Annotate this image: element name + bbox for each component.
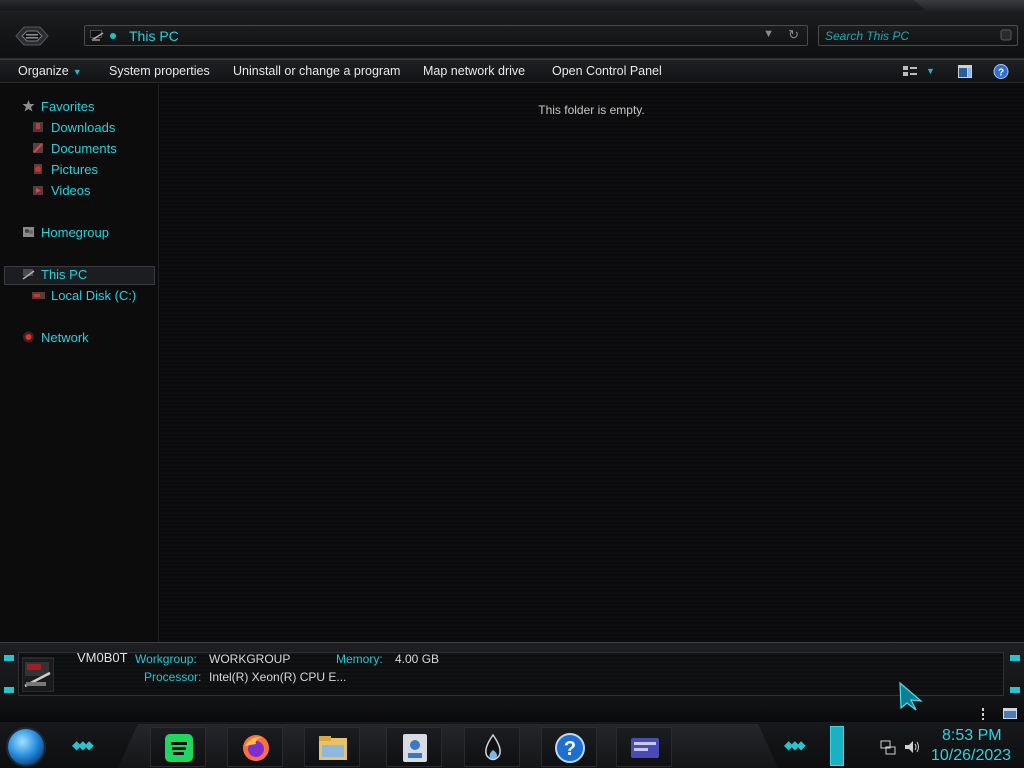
spotify-icon: [165, 734, 193, 762]
address-dropdown-icon[interactable]: ▼: [763, 28, 774, 40]
search-box[interactable]: [818, 25, 1018, 46]
title-bar: This PC ▼ ↻: [0, 0, 1024, 59]
search-icon[interactable]: [999, 27, 1013, 43]
nav-label: Homegroup: [41, 225, 109, 240]
videos-icon: [33, 186, 43, 195]
taskbar-dock: [118, 724, 778, 768]
processor-value: Intel(R) Xeon(R) CPU E...: [209, 670, 347, 684]
nav-item-homegroup[interactable]: Homegroup: [22, 225, 109, 244]
taskbar-control-panel[interactable]: [616, 727, 672, 767]
nav-item-pictures[interactable]: Pictures: [32, 162, 98, 181]
taskbar-file-explorer[interactable]: [304, 727, 360, 767]
star-icon: [22, 100, 35, 112]
nav-item-downloads[interactable]: Downloads: [32, 120, 115, 139]
memory-value: 4.00 GB: [395, 652, 440, 666]
clock-time[interactable]: 8:53 PM: [942, 727, 1002, 745]
system-properties-button[interactable]: System properties: [109, 64, 210, 78]
refresh-icon[interactable]: ↻: [788, 27, 799, 43]
map-network-drive-button[interactable]: Map network drive: [423, 64, 525, 78]
show-desktop-button[interactable]: [830, 726, 844, 766]
network-icon: [23, 331, 34, 343]
nav-label: This PC: [41, 267, 88, 282]
computer-name: VM0B0T: [77, 650, 128, 665]
chevron-down-icon: ▼: [72, 67, 82, 77]
empty-folder-message: This folder is empty.: [538, 103, 645, 117]
frame-corner-accent: [1010, 687, 1020, 693]
user-account-icon: [403, 734, 427, 762]
downloads-icon: [33, 122, 43, 132]
address-bar[interactable]: This PC ▼ ↻: [84, 25, 808, 46]
processor-label: Processor:: [144, 670, 202, 684]
nav-label: Documents: [51, 141, 117, 156]
homegroup-icon: [23, 227, 34, 237]
frame-corner-accent: [1010, 655, 1020, 661]
svg-text:?: ?: [998, 68, 1004, 79]
control-panel-icon: [631, 738, 659, 758]
frame-corner-accent: [4, 687, 14, 693]
chevron-decor-icon: ◆◆◆: [784, 738, 806, 752]
memory-label: Memory:: [336, 652, 383, 666]
taskbar-firefox[interactable]: [227, 727, 283, 767]
workgroup-value: WORKGROUP: [209, 652, 291, 666]
frame-corner-accent: [4, 655, 14, 661]
taskbar-spotify[interactable]: [150, 727, 206, 767]
back-forward-orb-icon[interactable]: [14, 24, 50, 48]
title-strip: [0, 0, 1024, 10]
navigation-pane: Favorites Downloads Documents Pictures V…: [0, 84, 159, 642]
nav-label: Pictures: [51, 162, 98, 177]
network-tray-icon[interactable]: [880, 739, 896, 755]
folder-icon: [319, 736, 347, 760]
nav-label: Network: [41, 330, 89, 345]
command-toolbar: Organize ▼ System properties Uninstall or…: [0, 59, 1024, 83]
firefox-icon: [243, 735, 269, 761]
preview-pane-icon[interactable]: [957, 64, 973, 79]
nav-label: Videos: [51, 183, 91, 198]
nav-item-local-disk[interactable]: Local Disk (C:): [32, 288, 136, 307]
mouse-cursor-icon: [899, 681, 923, 711]
nav-item-this-pc[interactable]: This PC: [4, 266, 155, 285]
taskbar-user-account[interactable]: [386, 727, 442, 767]
window-controls-area[interactable]: [914, 0, 1024, 14]
taskbar-help[interactable]: ?: [541, 727, 597, 767]
documents-icon: [33, 143, 43, 153]
start-orb-icon[interactable]: [8, 729, 44, 765]
nav-label: Favorites: [41, 99, 95, 114]
taskbar-water-drop[interactable]: [464, 727, 520, 767]
nav-label: Downloads: [51, 120, 116, 135]
volume-icon[interactable]: [904, 739, 920, 755]
clock-date[interactable]: 10/26/2023: [931, 747, 1011, 765]
address-location[interactable]: This PC: [129, 28, 179, 44]
organize-label: Organize: [18, 64, 69, 78]
water-drop-icon: [485, 733, 501, 761]
address-dot-icon: [110, 33, 116, 39]
open-control-panel-button[interactable]: Open Control Panel: [552, 64, 662, 78]
organize-button[interactable]: Organize ▼: [18, 64, 82, 78]
taskbar-strip: [0, 700, 1024, 722]
computer-icon: [90, 30, 104, 41]
computer-icon: [22, 269, 35, 280]
help-icon[interactable]: ?: [993, 64, 1009, 79]
tray-window-icon[interactable]: [1002, 707, 1018, 720]
nav-item-documents[interactable]: Documents: [32, 141, 117, 160]
nav-item-videos[interactable]: Videos: [32, 183, 91, 202]
chevron-decor-icon: ◆◆◆: [72, 738, 94, 752]
view-options-icon[interactable]: [902, 64, 918, 79]
uninstall-program-button[interactable]: Uninstall or change a program: [233, 64, 400, 78]
search-input[interactable]: [825, 28, 995, 43]
workgroup-label: Workgroup:: [135, 652, 197, 666]
pictures-icon: [34, 164, 42, 174]
hard-drive-icon: [32, 292, 45, 299]
nav-label: Local Disk (C:): [51, 288, 137, 303]
computer-large-icon: [22, 657, 54, 692]
file-list-area[interactable]: This folder is empty.: [159, 84, 1024, 642]
tray-overflow-icon[interactable]: [978, 707, 988, 721]
nav-item-favorites[interactable]: Favorites: [22, 99, 94, 118]
svg-text:?: ?: [564, 738, 576, 760]
help-icon: ?: [555, 733, 585, 763]
nav-item-network[interactable]: Network: [22, 330, 89, 349]
view-dropdown-icon[interactable]: ▼: [926, 66, 935, 76]
